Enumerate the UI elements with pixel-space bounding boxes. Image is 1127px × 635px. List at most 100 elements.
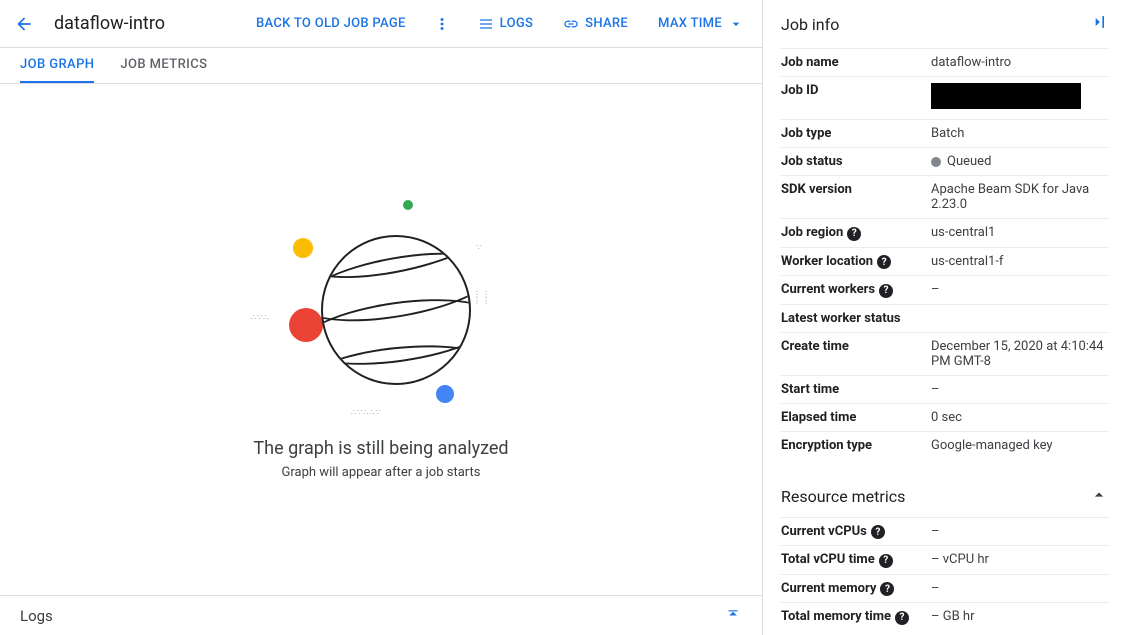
help-icon[interactable]: ? <box>880 582 894 596</box>
row-job-type: Job typeBatch <box>781 120 1109 148</box>
empty-state-title: The graph is still being analyzed <box>253 438 508 459</box>
value: us-central1-f <box>931 247 1109 276</box>
label: Elapsed time <box>781 403 931 431</box>
status-text: Queued <box>947 154 991 169</box>
toolbar: dataflow-intro BACK TO OLD JOB PAGE LOGS… <box>0 0 762 48</box>
row-current-memory: Current memory?– <box>781 574 1109 603</box>
tab-job-graph[interactable]: JOB GRAPH <box>20 48 94 83</box>
label-text: Current vCPUs <box>781 524 867 539</box>
help-icon[interactable]: ? <box>871 525 885 539</box>
value: us-central1 <box>931 219 1109 248</box>
value: – GB hr <box>931 603 1109 631</box>
help-icon[interactable]: ? <box>895 611 909 625</box>
job-info-panel: Job info Job namedataflow-intro Job ID J… <box>763 0 1127 635</box>
max-time-label: MAX TIME <box>658 16 722 31</box>
status-dot-icon <box>931 157 941 167</box>
back-arrow-button[interactable] <box>8 8 40 40</box>
label: Current memory? <box>781 574 931 603</box>
row-start-time: Start time– <box>781 375 1109 403</box>
label: Latest worker status <box>781 304 931 332</box>
row-elapsed-time: Elapsed time0 sec <box>781 403 1109 431</box>
help-icon[interactable]: ? <box>879 284 893 298</box>
back-to-old-link[interactable]: BACK TO OLD JOB PAGE <box>246 10 416 37</box>
resource-metrics-header[interactable]: Resource metrics <box>781 485 1109 509</box>
value: Batch <box>931 120 1109 148</box>
resource-metrics-table: Current vCPUs?– Total vCPU time?– vCPU h… <box>781 517 1109 631</box>
expand-up-icon <box>724 605 742 623</box>
logs-label: LOGS <box>500 16 534 31</box>
empty-state-illustration: ∴∵∴ ∵ ⋮⋮⋮⋮ ∴∵∴∴∵ <box>251 200 511 420</box>
value: – vCPU hr <box>931 546 1109 575</box>
value: dataflow-intro <box>931 49 1109 77</box>
help-icon[interactable]: ? <box>879 554 893 568</box>
logs-panel-title: Logs <box>20 607 53 625</box>
label: Total vCPU time? <box>781 546 931 575</box>
label-text: Job region <box>781 225 843 240</box>
value: – <box>931 517 1109 546</box>
row-job-region: Job region?us-central1 <box>781 219 1109 248</box>
value: December 15, 2020 at 4:10:44 PM GMT-8 <box>931 332 1109 375</box>
expand-logs-button[interactable] <box>724 605 742 627</box>
label-text: Total memory time <box>781 609 891 624</box>
label-text: Worker location <box>781 254 873 269</box>
label: Current workers? <box>781 276 931 305</box>
label-text: Current memory <box>781 581 876 596</box>
logs-icon <box>478 16 494 32</box>
row-worker-location: Worker location?us-central1-f <box>781 247 1109 276</box>
value: Apache Beam SDK for Java 2.23.0 <box>931 176 1109 219</box>
label: Worker location? <box>781 247 931 276</box>
row-sdk-version: SDK versionApache Beam SDK for Java 2.23… <box>781 176 1109 219</box>
logs-button[interactable]: LOGS <box>468 10 544 38</box>
job-info-table: Job namedataflow-intro Job ID Job typeBa… <box>781 48 1109 459</box>
row-job-status: Job status Queued <box>781 148 1109 176</box>
resource-metrics-title: Resource metrics <box>781 487 905 506</box>
more-vert-icon <box>433 15 451 33</box>
tab-job-metrics[interactable]: JOB METRICS <box>120 48 207 83</box>
label-text: Current workers <box>781 282 875 297</box>
job-info-header: Job info <box>763 0 1127 48</box>
page-title: dataflow-intro <box>54 13 165 34</box>
share-button[interactable]: SHARE <box>553 10 638 38</box>
value: – <box>931 375 1109 403</box>
row-latest-worker-status: Latest worker status <box>781 304 1109 332</box>
value: Google-managed key <box>931 431 1109 459</box>
label: SDK version <box>781 176 931 219</box>
value: – <box>931 276 1109 305</box>
collapse-sidebar-button[interactable] <box>1089 12 1109 36</box>
row-current-workers: Current workers?– <box>781 276 1109 305</box>
tab-bar: JOB GRAPH JOB METRICS <box>0 48 762 84</box>
label: Job region? <box>781 219 931 248</box>
more-options-button[interactable] <box>426 8 458 40</box>
row-job-name: Job namedataflow-intro <box>781 49 1109 77</box>
label: Job status <box>781 148 931 176</box>
logs-panel-collapsed[interactable]: Logs <box>0 595 762 635</box>
job-info-title: Job info <box>781 15 839 34</box>
value: – <box>931 574 1109 603</box>
label: Total memory time? <box>781 603 931 631</box>
graph-canvas: ∴∵∴ ∵ ⋮⋮⋮⋮ ∴∵∴∴∵ The graph is still bein… <box>0 84 762 595</box>
label: Job ID <box>781 77 931 120</box>
help-icon[interactable]: ? <box>877 255 891 269</box>
label: Current vCPUs? <box>781 517 931 546</box>
value <box>931 304 1109 332</box>
redacted-id <box>931 83 1081 109</box>
label: Encryption type <box>781 431 931 459</box>
main-panel: dataflow-intro BACK TO OLD JOB PAGE LOGS… <box>0 0 763 635</box>
chevron-up-icon <box>1089 485 1109 509</box>
value: Queued <box>931 148 1109 176</box>
share-label: SHARE <box>585 16 628 31</box>
row-total-memory-time: Total memory time?– GB hr <box>781 603 1109 631</box>
arrow-left-icon <box>14 14 34 34</box>
value <box>931 77 1109 120</box>
collapse-right-icon <box>1089 12 1109 32</box>
label-text: Total vCPU time <box>781 552 875 567</box>
max-time-dropdown[interactable]: MAX TIME <box>648 10 754 38</box>
row-encryption-type: Encryption typeGoogle-managed key <box>781 431 1109 459</box>
row-job-id: Job ID <box>781 77 1109 120</box>
row-create-time: Create timeDecember 15, 2020 at 4:10:44 … <box>781 332 1109 375</box>
value: 0 sec <box>931 403 1109 431</box>
chevron-down-icon <box>728 16 744 32</box>
label: Job type <box>781 120 931 148</box>
help-icon[interactable]: ? <box>847 227 861 241</box>
label: Job name <box>781 49 931 77</box>
